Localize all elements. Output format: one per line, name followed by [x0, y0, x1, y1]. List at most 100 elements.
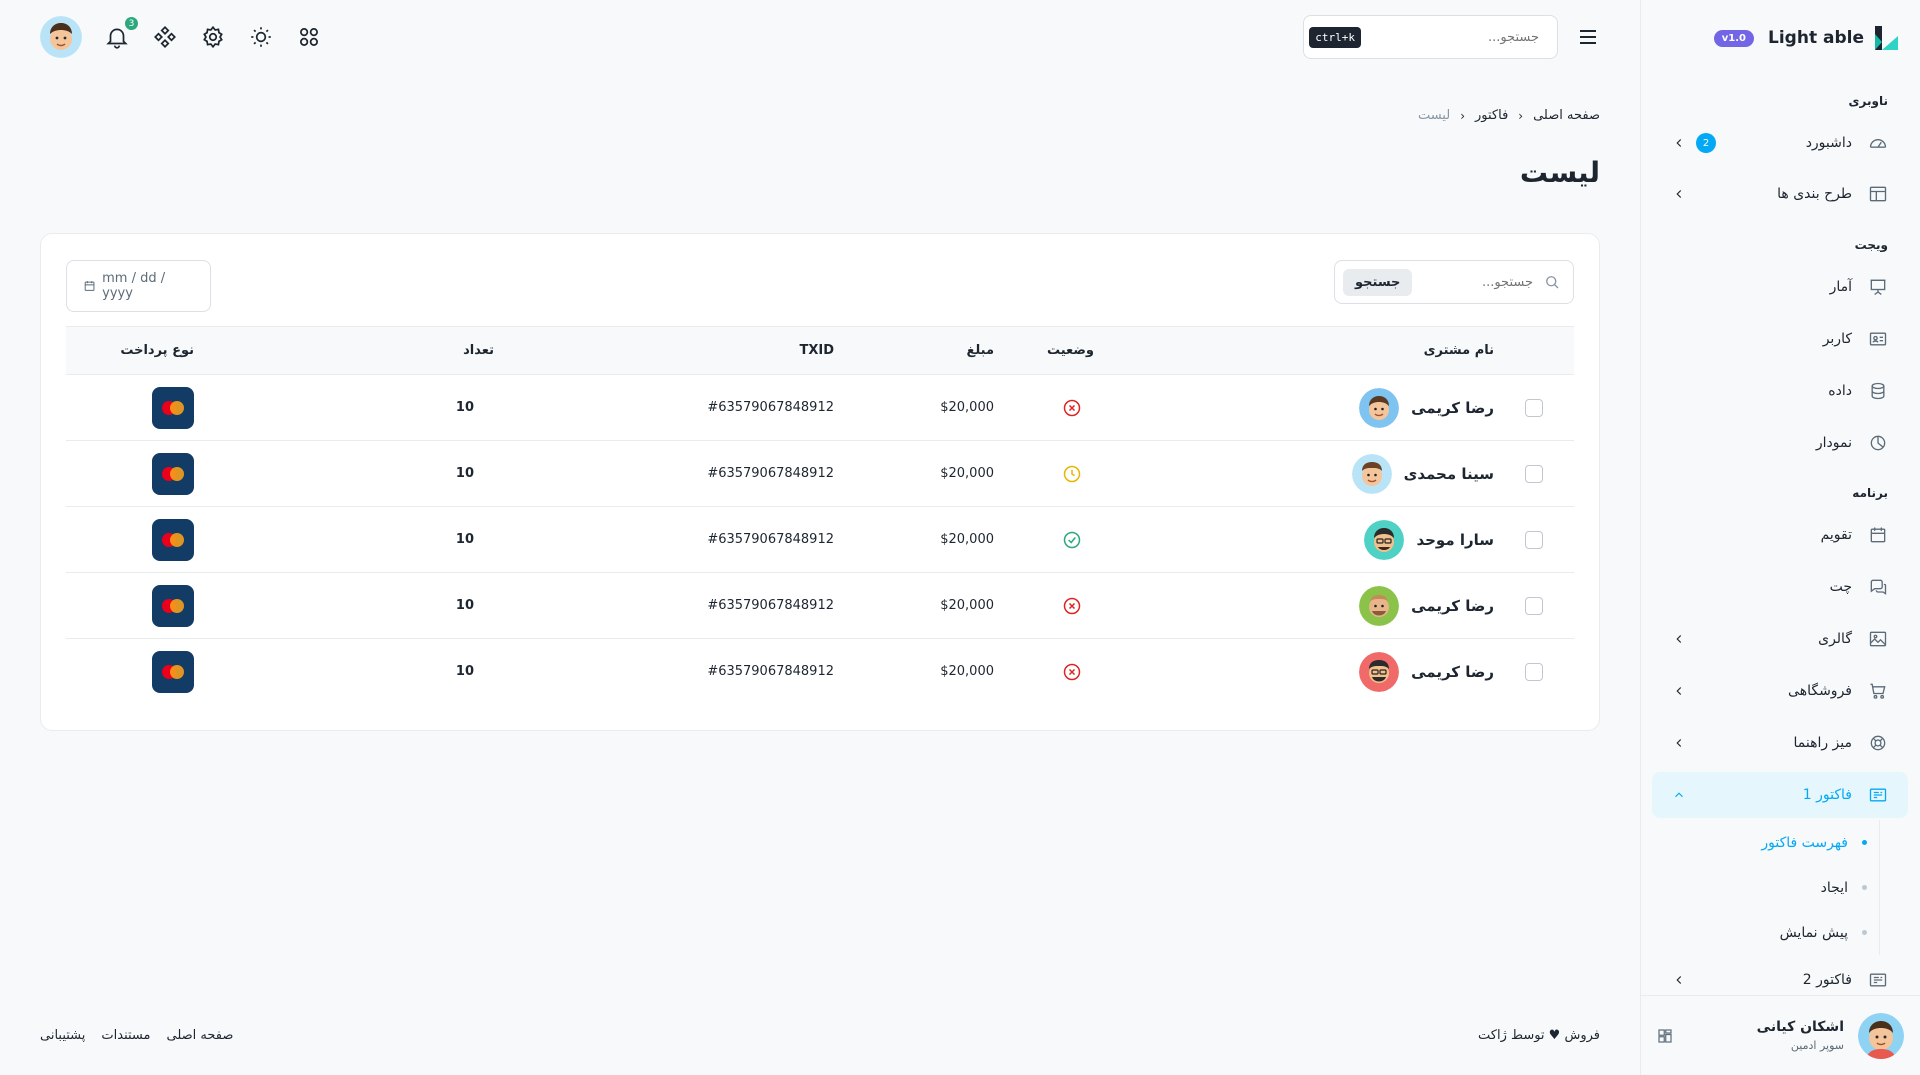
theme-toggle-button[interactable]	[248, 24, 274, 50]
submenu-item-preview[interactable]: پیش نمایش	[1680, 910, 1879, 955]
pending-status-icon	[1063, 465, 1081, 482]
mastercard-icon	[152, 518, 194, 561]
settings-button[interactable]	[200, 24, 226, 50]
mastercard-icon	[152, 650, 194, 693]
shortcut-hint: ctrl+k	[1309, 26, 1361, 48]
pie-chart-icon	[1870, 435, 1886, 451]
invoice-icon	[1869, 973, 1887, 987]
menu-grid-icon[interactable]	[1656, 1027, 1674, 1045]
gear-icon	[203, 25, 223, 49]
nav-caption-widget: ویجت	[1854, 238, 1888, 252]
mastercard-icon	[152, 452, 194, 495]
apps-grid-icon	[300, 28, 318, 46]
dashboard-badge: 2	[1696, 133, 1716, 153]
submenu-item-create[interactable]: ایجاد	[1680, 865, 1879, 910]
footer-link-support[interactable]: پشتیبانی	[40, 1028, 85, 1043]
paid-status-icon	[1063, 531, 1081, 548]
sidebar-item-helpdesk[interactable]: میز راهنما	[1652, 720, 1908, 766]
table-row[interactable]: رضا کریمی $20,000 #63579067848912 10	[66, 572, 1574, 639]
row-checkbox[interactable]	[1525, 464, 1543, 483]
customer-name: سینا محمدی	[1403, 464, 1494, 483]
speedometer-icon	[1869, 139, 1887, 148]
submenu-item-label: پیش نمایش	[1779, 924, 1848, 941]
sidebar-item-dashboard[interactable]: داشبورد 2	[1652, 120, 1908, 166]
txid-cell: #63579067848912	[494, 572, 834, 639]
submenu-item-invoice-list[interactable]: فهرست فاکتور	[1680, 820, 1879, 865]
footer-link-home[interactable]: صفحه اصلی	[167, 1028, 234, 1043]
lifebuoy-icon	[1870, 735, 1886, 751]
table-row[interactable]: رضا کریمی $20,000 #63579067848912 10	[66, 639, 1574, 705]
sidebar-item-label: گالری	[1818, 631, 1852, 647]
row-checkbox[interactable]	[1525, 530, 1543, 549]
txid-cell: #63579067848912	[707, 664, 834, 680]
amount-cell: $20,000	[834, 440, 994, 507]
customer-name: رضا کریمی	[1411, 398, 1494, 417]
nav-caption-navigation: ناوبری	[1848, 94, 1888, 108]
sidebar-item-calendar[interactable]: تقویم	[1652, 512, 1908, 558]
row-checkbox[interactable]	[1525, 662, 1543, 681]
amount-cell: $20,000	[834, 374, 994, 441]
table-row[interactable]: رضا کریمی $20,000 #63579067848912 10	[66, 374, 1574, 441]
image-icon	[1869, 631, 1887, 647]
header-customer: نام مشتری	[1094, 326, 1494, 375]
sidebar-item-label: طرح بندی ها	[1777, 186, 1852, 202]
header-payment: نوع پرداخت	[66, 326, 314, 375]
sidebar-item-invoice-1[interactable]: فاکتور 1	[1652, 772, 1908, 818]
sidebar-item-chart[interactable]: نمودار	[1652, 420, 1908, 466]
txid-cell: #63579067848912	[494, 506, 834, 573]
chat-icon	[1870, 579, 1887, 595]
header-avatar[interactable]	[40, 16, 82, 58]
sidebar-item-shop[interactable]: فروشگاهی	[1652, 668, 1908, 714]
table-row[interactable]: سینا محمدی $20,000 #63579067848912 10	[66, 440, 1574, 507]
hamburger-menu-icon[interactable]	[1576, 25, 1600, 49]
cancelled-status-icon	[1063, 663, 1081, 680]
amount-cell: $20,000	[834, 506, 994, 573]
qty-cell: 10	[314, 506, 494, 573]
sidebar-item-user[interactable]: کاربر	[1652, 316, 1908, 362]
header-amount: مبلغ	[834, 326, 994, 375]
sidebar-item-label: کاربر	[1822, 331, 1852, 347]
table-search-input[interactable]	[1422, 274, 1533, 290]
customer-avatar	[1359, 387, 1400, 428]
bullet-dot-icon	[1862, 840, 1867, 845]
sidebar-item-label: فاکتور 1	[1802, 787, 1852, 803]
sidebar-item-label: داده	[1828, 383, 1852, 399]
sidebar-item-label: چت	[1829, 579, 1852, 595]
customer-avatar	[1359, 651, 1400, 692]
widgets-button[interactable]	[152, 24, 178, 50]
txid-cell: #63579067848912	[494, 374, 834, 441]
footer: پشتیبانی مستندات صفحه اصلی فروش ♥ توسط ژ…	[40, 1028, 1600, 1043]
sidebar-item-data[interactable]: داده	[1652, 368, 1908, 414]
footer-link-docs[interactable]: مستندات	[101, 1028, 150, 1043]
apps-button[interactable]	[296, 24, 322, 50]
qty-cell: 10	[314, 374, 494, 441]
user-profile-card[interactable]: اشکان کیانی سوپر ادمین	[1640, 995, 1920, 1075]
breadcrumb-section[interactable]: فاکتور	[1475, 108, 1508, 123]
sidebar-item-layouts[interactable]: طرح بندی ها	[1652, 171, 1908, 217]
sidebar-item-gallery[interactable]: گالری	[1652, 616, 1908, 662]
submenu-item-label: ایجاد	[1820, 879, 1848, 896]
avatar	[1858, 1012, 1904, 1059]
table-row[interactable]: سارا موحد $20,000 #63579067848912 10	[66, 506, 1574, 573]
customer-avatar	[1351, 453, 1392, 494]
table-search[interactable]: جستجو	[1334, 260, 1574, 304]
sidebar-item-chat[interactable]: چت	[1652, 564, 1908, 610]
header-search[interactable]: ctrl+k	[1303, 15, 1558, 59]
customer-name: سارا موحد	[1416, 530, 1494, 549]
row-checkbox[interactable]	[1525, 596, 1543, 615]
brand[interactable]: Light able v1.0	[1661, 18, 1900, 58]
chevron-left-icon	[1676, 976, 1682, 984]
notifications-button[interactable]: 3	[104, 15, 140, 50]
header-qty: تعداد	[314, 326, 494, 375]
user-name: اشکان کیانی	[1756, 1019, 1844, 1035]
breadcrumb-current: لیست	[1417, 108, 1451, 123]
header-search-input[interactable]	[1369, 29, 1539, 45]
search-button[interactable]: جستجو	[1343, 268, 1413, 296]
row-checkbox[interactable]	[1525, 398, 1543, 417]
calendar-icon	[84, 281, 95, 291]
sidebar-item-stats[interactable]: آمار	[1652, 264, 1908, 310]
brand-name: Light able	[1768, 28, 1864, 48]
header-txid: TXID	[494, 326, 834, 375]
date-filter-input[interactable]: mm / dd / yyyy	[66, 260, 211, 312]
breadcrumb-home[interactable]: صفحه اصلی	[1533, 108, 1600, 123]
